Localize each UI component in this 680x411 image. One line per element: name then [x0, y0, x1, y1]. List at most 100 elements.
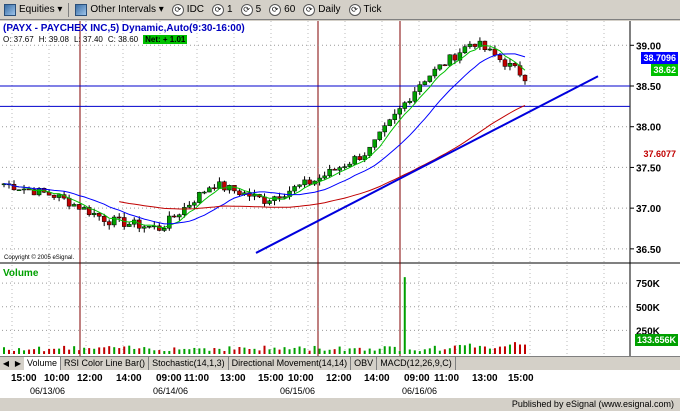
volume-bar [13, 350, 16, 354]
volume-bar [143, 347, 146, 354]
volume-bar [393, 346, 396, 354]
interval-5-button[interactable]: ⟳ 5 [237, 1, 266, 19]
daily-button[interactable]: ⟳ Daily [299, 1, 344, 19]
volume-bar [348, 348, 351, 354]
interval-1-button[interactable]: ⟳ 1 [208, 1, 237, 19]
volume-bar [158, 350, 161, 354]
support-trendline [255, 75, 599, 254]
candle-body [142, 226, 147, 229]
tick-button[interactable]: ⟳ Tick [345, 1, 386, 19]
volume-tick-label: 500K [636, 303, 661, 314]
volume-bar [443, 349, 446, 354]
chart-title: (PAYX - PAYCHEX INC,5) Dynamic,Auto(9:30… [3, 23, 245, 34]
candle-body [126, 223, 132, 227]
tab-stochastic[interactable]: Stochastic(14,1,3) [149, 357, 229, 370]
volume-bar [28, 349, 31, 354]
equities-label: Equities [19, 4, 55, 15]
candle-body [347, 163, 352, 167]
candle-body [96, 212, 102, 217]
clock-icon: ⟳ [212, 3, 225, 16]
volume-bar [508, 344, 511, 354]
chart-area[interactable]: 39.00 38.50 38.00 37.50 37.00 36.50 750K 500K 25… [0, 21, 680, 411]
candle-body [212, 187, 217, 190]
volume-bar [188, 349, 191, 354]
volume-bar [53, 348, 56, 354]
volume-bar [263, 345, 266, 354]
ma-price-tag: 37.6077 [641, 148, 678, 160]
volume-bar [468, 343, 471, 354]
candle-body [352, 156, 357, 165]
volume-bar [423, 349, 426, 354]
volume-bar [253, 348, 256, 354]
volume-bar [243, 347, 246, 354]
tab-directional-movement[interactable]: Directional Movement(14,14) [228, 357, 352, 370]
volume-bar [123, 346, 126, 354]
candle-body [412, 91, 418, 102]
volume-bar [113, 347, 116, 354]
price-tick-label: 38.50 [636, 82, 661, 93]
volume-bar [283, 347, 286, 354]
tab-rsi[interactable]: RSI Color Line Bar() [61, 357, 150, 370]
time-label: 09:00 [404, 373, 430, 384]
close-price-tag: 38.62 [651, 64, 678, 76]
interval-60-button[interactable]: ⟳ 60 [265, 1, 299, 19]
volume-bar [208, 350, 211, 354]
volume-bar [453, 345, 456, 354]
volume-bar [103, 347, 106, 354]
tab-macd[interactable]: MACD(12,26,9,C) [377, 357, 456, 370]
clock-icon: ⟳ [348, 3, 361, 16]
volume-bar [503, 346, 506, 354]
other-intervals-button[interactable]: Other Intervals ▾ [71, 1, 167, 19]
candle-body [442, 64, 448, 66]
tab-left-arrow-icon[interactable]: ◀ [0, 359, 12, 368]
volume-bar [383, 346, 386, 354]
volume-bar [518, 344, 521, 354]
candle-body [447, 54, 453, 66]
candle-body [202, 191, 207, 194]
volume-bar [463, 345, 466, 354]
volume-bar [73, 346, 76, 354]
candle-body [302, 179, 307, 186]
price-axis: 39.0038.5038.0037.5037.0036.50750K500K25… [630, 41, 661, 337]
volume-bar [63, 345, 66, 354]
tab-right-arrow-icon[interactable]: ▶ [12, 359, 24, 368]
date-label: 06/15/06 [280, 386, 316, 396]
volume-tick-label: 750K [636, 279, 661, 290]
horizontal-lines [0, 85, 630, 107]
price-chart[interactable]: 39.0038.5038.0037.5037.0036.50750K500K25… [0, 21, 680, 356]
volume-bar [58, 348, 61, 354]
volume-bar [353, 348, 356, 354]
price-tick-label: 37.00 [636, 204, 661, 215]
volume-bar [418, 351, 421, 354]
volume-bar [458, 344, 461, 354]
candle-body [387, 119, 392, 126]
volume-bar [298, 346, 301, 354]
date-label: 06/13/06 [30, 386, 66, 396]
candle-body [462, 46, 468, 54]
volume-bar [258, 350, 261, 354]
candle-body [337, 167, 342, 171]
net-change-badge: Net: + 1.01 [143, 35, 188, 44]
clock-icon: ⟳ [269, 3, 282, 16]
candle-body [262, 196, 267, 204]
volume-bar [328, 349, 331, 354]
idc-button[interactable]: ⟳ IDC [168, 1, 208, 19]
time-label: 11:00 [434, 373, 460, 384]
volume-bar [313, 345, 316, 354]
volume-bar [218, 348, 221, 354]
tab-volume[interactable]: Volume [24, 357, 62, 370]
volume-bar [524, 344, 526, 354]
candle-body [227, 185, 232, 191]
low-value: L: 37.40 [73, 35, 103, 44]
volume-bar [413, 350, 416, 354]
tab-obv[interactable]: OBV [351, 357, 378, 370]
price-tick-label: 38.00 [636, 123, 661, 134]
volume-bar [108, 346, 111, 354]
volume-bar [483, 346, 486, 354]
time-label: 10:00 [288, 373, 314, 384]
candle-body [162, 228, 167, 231]
candle-body [357, 156, 362, 160]
volume-bar [473, 347, 476, 354]
candle-body [197, 191, 202, 203]
equities-button[interactable]: Equities ▾ [0, 1, 66, 19]
